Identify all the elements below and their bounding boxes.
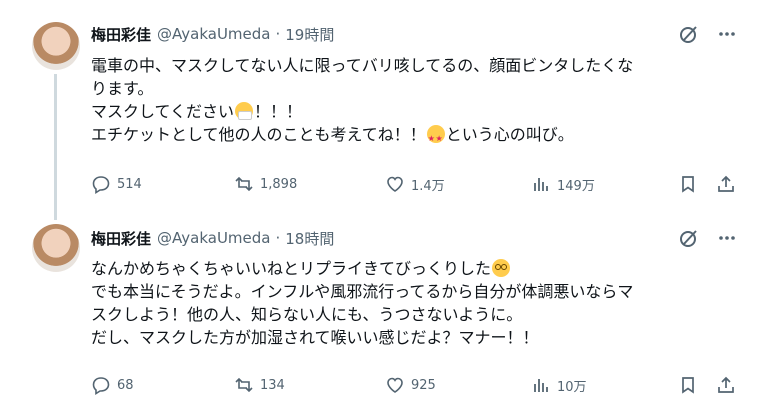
bookmark-icon — [682, 377, 694, 394]
analytics-icon — [534, 178, 548, 191]
timestamp[interactable]: 19時間 — [285, 24, 334, 45]
reply-button[interactable]: 68 — [91, 373, 134, 397]
face-with-medical-mask-icon — [235, 102, 254, 120]
tweet-actions: 68 134 925 10万 — [91, 373, 741, 397]
tweet-line: 電車の中、マスクしてない人に限ってバリ咳してるの、顔面ビンタしたくな — [91, 56, 634, 75]
repost-count: 1,898 — [260, 176, 298, 192]
user-handle[interactable]: @AyakaUmeda — [157, 229, 270, 247]
tweet-line: でも本当にそうだよ。インフルや風邪流行ってるから自分が体調悪いならマ — [91, 282, 634, 301]
tweet-line: ！！！ — [254, 102, 303, 121]
repost-button[interactable]: 134 — [234, 373, 285, 397]
like-count: 1.4万 — [411, 178, 445, 194]
like-count: 925 — [411, 377, 436, 393]
more-options-icon[interactable] — [717, 24, 737, 44]
tweet-text: なんかめちゃくちゃいいねとリプライきてびっくりした でも本当にそうだよ。インフル… — [91, 257, 741, 349]
thread-line — [54, 74, 57, 220]
tweet-line: エチケットとして他の人のことも考えてね！！ — [91, 125, 426, 144]
display-name[interactable]: 梅田彩佳 — [91, 24, 151, 45]
reply-button[interactable]: 514 — [91, 172, 142, 196]
reply-icon — [92, 176, 110, 194]
bookmark-button[interactable] — [678, 373, 698, 397]
avatar[interactable] — [32, 22, 80, 70]
tweet-top-actions — [679, 23, 737, 45]
view-count: 10万 — [557, 379, 587, 395]
separator-dot: · — [275, 229, 281, 247]
share-button[interactable] — [716, 172, 736, 196]
heart-icon — [387, 377, 403, 393]
tweet-text: 電車の中、マスクしてない人に限ってバリ咳してるの、顔面ビンタしたくな ります。 … — [91, 54, 741, 150]
avatar[interactable] — [32, 224, 80, 272]
bookmark-icon — [682, 176, 694, 193]
view-count: 149万 — [557, 178, 595, 194]
display-name[interactable]: 梅田彩佳 — [91, 228, 151, 249]
tweet-line: スクしよう！他の人、知らない人にも、うつさないように。 — [91, 305, 523, 324]
separator-dot: · — [275, 25, 281, 43]
views-button[interactable]: 149万 — [531, 172, 595, 196]
star-struck-icon — [426, 125, 445, 150]
flushed-face-icon — [492, 259, 511, 277]
tweet[interactable]: 梅田彩佳 @AyakaUmeda · 18時間 なんかめちゃくちゃいいねとリプラ… — [0, 208, 767, 416]
tweet-header: 梅田彩佳 @AyakaUmeda · 18時間 — [91, 227, 334, 249]
heart-icon — [387, 176, 403, 192]
like-button[interactable]: 1.4万 — [385, 172, 445, 196]
repost-button[interactable]: 1,898 — [234, 172, 297, 196]
like-button[interactable]: 925 — [385, 373, 436, 397]
analytics-icon — [534, 379, 548, 392]
tweet-line: という心の叫び。 — [445, 125, 574, 144]
reply-count: 514 — [117, 176, 142, 192]
tweet-header: 梅田彩佳 @AyakaUmeda · 19時間 — [91, 23, 334, 45]
tweet-actions: 514 1,898 1.4万 149万 — [91, 172, 741, 196]
timestamp[interactable]: 18時間 — [285, 228, 334, 249]
tweet[interactable]: 梅田彩佳 @AyakaUmeda · 19時間 電車の中、マスクしてない人に限っ… — [0, 0, 767, 220]
views-button[interactable]: 10万 — [531, 373, 587, 397]
user-handle[interactable]: @AyakaUmeda — [157, 25, 270, 43]
grok-icon[interactable] — [679, 24, 699, 44]
more-options-icon[interactable] — [717, 228, 737, 248]
share-icon — [718, 175, 734, 192]
repost-icon — [235, 377, 253, 393]
repost-icon — [235, 176, 253, 192]
reply-icon — [92, 377, 110, 395]
grok-icon[interactable] — [679, 228, 699, 248]
tweet-line: なんかめちゃくちゃいいねとリプライきてびっくりした — [91, 259, 492, 278]
tweet-line: マスクしてください — [91, 102, 235, 121]
tweet-line: ります。 — [91, 79, 154, 98]
share-button[interactable] — [716, 373, 736, 397]
tweet-top-actions — [679, 227, 737, 249]
tweet-line: だし、マスクした方が加湿されて喉いい感じだよ？マナー！！ — [91, 328, 539, 347]
reply-count: 68 — [117, 377, 134, 393]
bookmark-button[interactable] — [678, 172, 698, 196]
repost-count: 134 — [260, 377, 285, 393]
share-icon — [718, 376, 734, 393]
